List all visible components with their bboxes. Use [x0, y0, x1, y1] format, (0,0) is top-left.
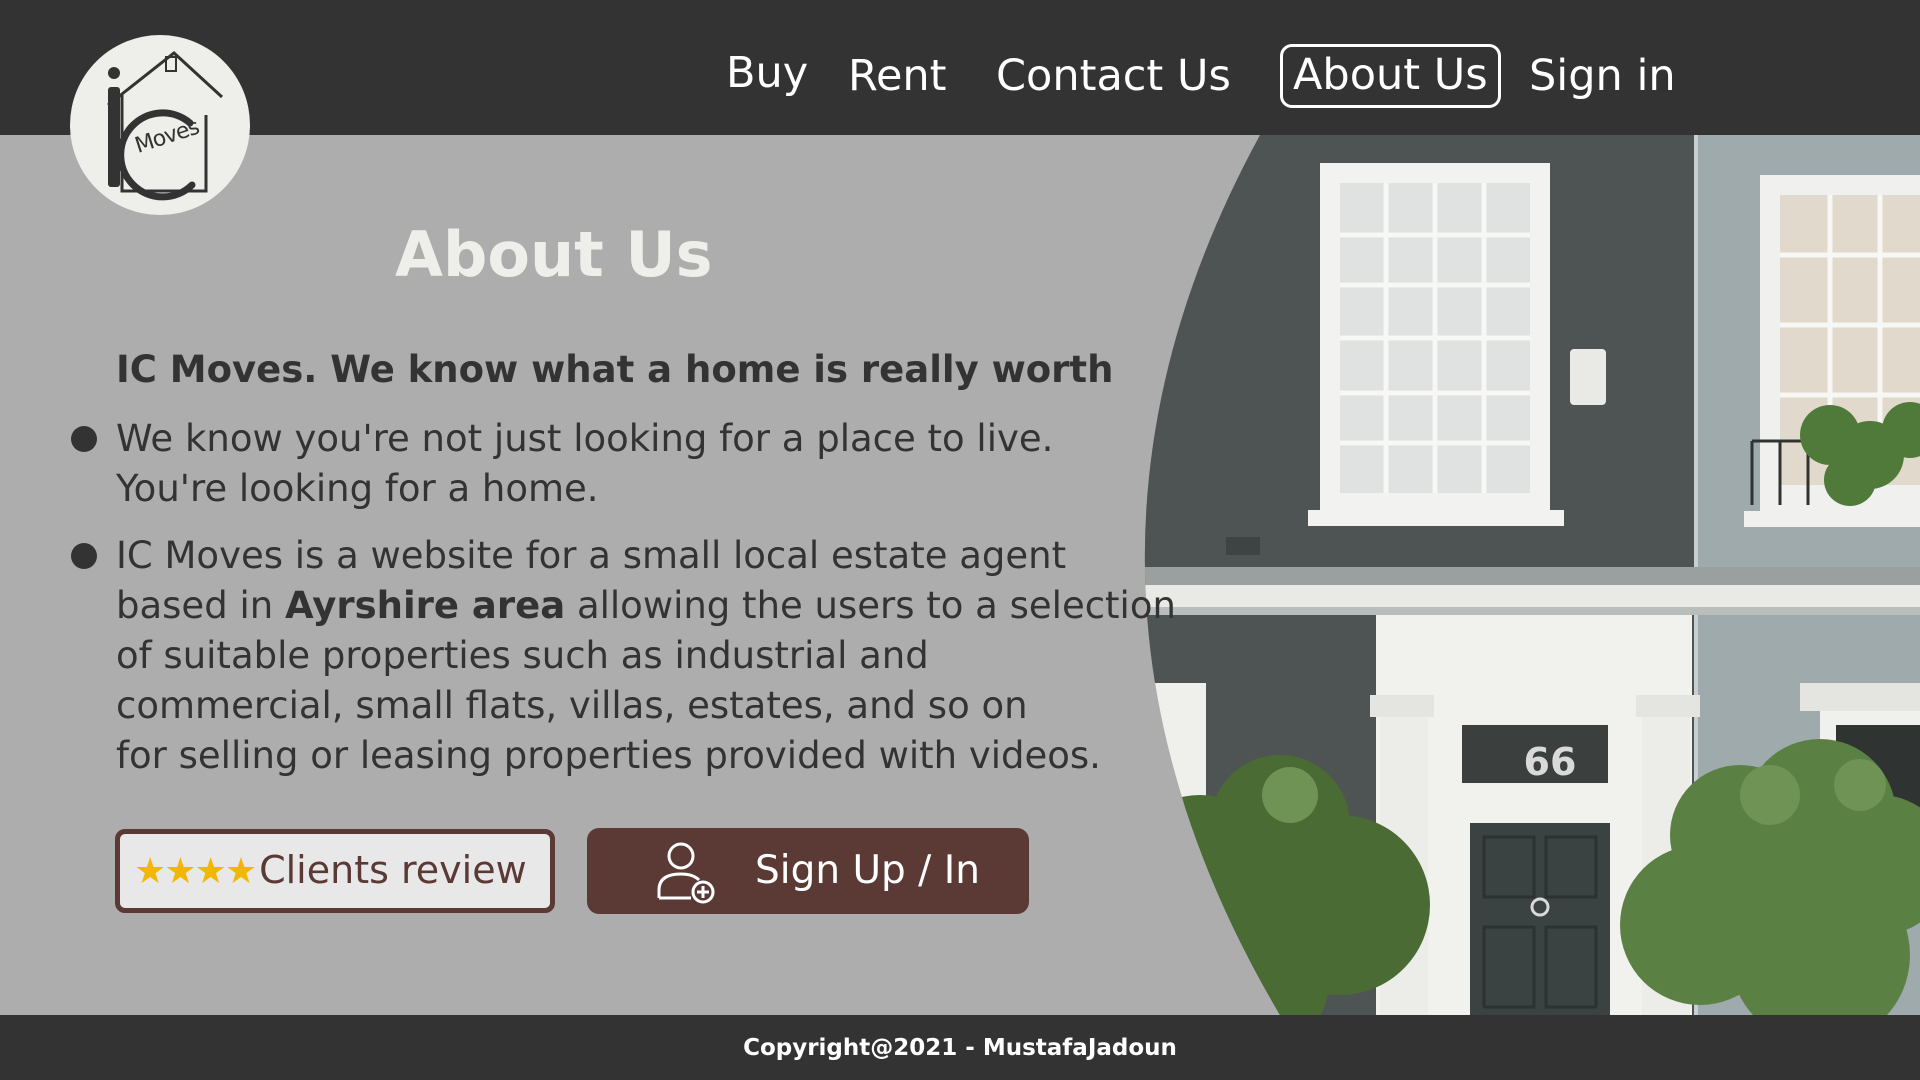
house-photo: 66 — [1140, 135, 1920, 1015]
about-paragraph-1: We know you're not just looking for a pl… — [116, 414, 1176, 514]
clients-review-label: Clients review — [259, 848, 527, 892]
about-paragraph-2: IC Moves is a website for a small local … — [116, 531, 1176, 781]
paragraph-text: allowing the users to a selection — [565, 584, 1176, 627]
nav-contact-us-link[interactable]: Contact Us — [996, 45, 1231, 109]
paragraph-line: of suitable properties such as industria… — [116, 634, 929, 677]
tagline-heading: IC Moves. We know what a home is really … — [116, 348, 1114, 391]
bullet-dot — [71, 543, 97, 569]
add-user-icon — [657, 842, 715, 904]
copyright-text: Copyright@2021 - MustafaJadoun — [743, 1035, 1177, 1061]
site-logo[interactable]: Moves — [70, 35, 250, 215]
region-highlight: Ayrshire area — [284, 584, 566, 627]
sign-up-in-label: Sign Up / In — [755, 848, 980, 893]
house-facade-image — [1144, 135, 1920, 1015]
sign-up-in-button[interactable]: Sign Up / In — [587, 828, 1029, 914]
paragraph-text: based in — [116, 584, 285, 627]
paragraph-line: You're looking for a home. — [116, 467, 599, 510]
nav-sign-in-link[interactable]: Sign in — [1529, 45, 1676, 109]
nav-about-us-link[interactable]: About Us — [1280, 44, 1501, 108]
nav-buy-link[interactable]: Buy — [726, 42, 808, 106]
paragraph-line: for selling or leasing properties provid… — [116, 734, 1101, 777]
page-title: About Us — [395, 218, 713, 291]
paragraph-line: IC Moves is a website for a small local … — [116, 534, 1067, 577]
paragraph-line: based in Ayrshire area allowing the user… — [116, 581, 1176, 631]
nav-rent-link[interactable]: Rent — [848, 45, 947, 109]
clients-review-button[interactable]: ★★★★ Clients review — [115, 829, 555, 913]
bullet-dot — [71, 426, 97, 452]
site-header: Buy Rent Contact Us About Us Sign in — [0, 0, 1920, 135]
paragraph-line: We know you're not just looking for a pl… — [116, 417, 1054, 460]
paragraph-line: commercial, small flats, villas, estates… — [116, 684, 1028, 727]
house-number-label: 66 — [1523, 740, 1577, 784]
site-footer: Copyright@2021 - MustafaJadoun — [0, 1015, 1920, 1080]
main-nav: Buy Rent Contact Us About Us Sign in — [0, 40, 1920, 110]
star-rating-icon: ★★★★ — [134, 851, 257, 892]
